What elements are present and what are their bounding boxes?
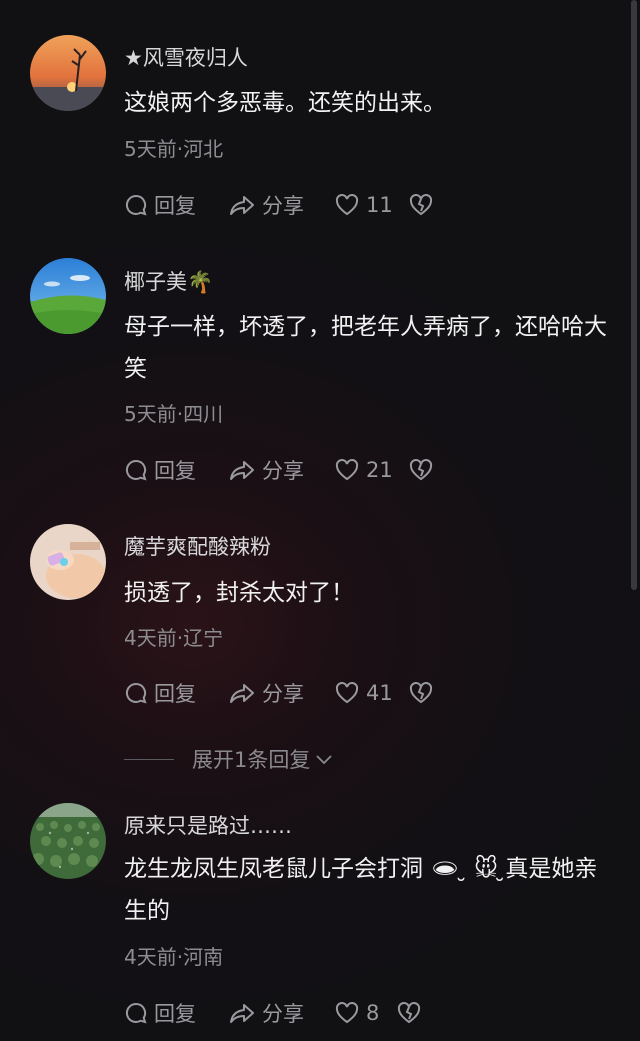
comment-actions: 回复 分享 41 xyxy=(124,678,440,708)
expand-replies-label: 展开1条回复 xyxy=(192,748,311,772)
expand-replies-button[interactable]: 展开1条回复 xyxy=(124,744,334,774)
reply-icon xyxy=(125,1002,147,1024)
dislike-button[interactable] xyxy=(408,681,440,705)
dislike-button[interactable] xyxy=(396,1001,428,1025)
reply-label: 回复 xyxy=(154,459,196,483)
heart-icon xyxy=(335,193,359,216)
reply-icon xyxy=(125,194,147,216)
like-count: 11 xyxy=(366,193,393,217)
like-button[interactable]: 21 xyxy=(334,458,408,482)
comment-text: 母子一样，坏透了，把老年人弄病了，还哈哈大笑 xyxy=(124,314,607,382)
comment-text: 这娘两个多恶毒。还笑的出来。 xyxy=(124,90,446,116)
reply-button[interactable]: 回复 xyxy=(124,998,228,1028)
heart-icon xyxy=(335,458,359,481)
comment-actions: 回复 分享 11 xyxy=(124,190,440,220)
like-button[interactable]: 11 xyxy=(334,193,408,217)
comment-actions: 回复 分享 21 xyxy=(124,455,440,485)
comment-text: 损透了，封杀太对了！ xyxy=(124,580,354,606)
broken-heart-icon xyxy=(409,681,433,704)
like-count: 21 xyxy=(366,458,393,482)
share-icon xyxy=(230,684,254,703)
avatar[interactable] xyxy=(30,803,106,879)
share-button[interactable]: 分享 xyxy=(228,190,334,220)
comment-text: 龙生龙凤生凤老鼠儿子会打洞 🕳 ̮ 🐭 ̮真是她亲生的 xyxy=(124,856,598,924)
comment-meta: 5天前·四川 xyxy=(124,402,224,426)
share-button[interactable]: 分享 xyxy=(228,455,334,485)
like-count: 8 xyxy=(366,1001,380,1025)
share-icon xyxy=(230,461,254,480)
broken-heart-icon xyxy=(409,458,433,481)
heart-icon xyxy=(335,681,359,704)
share-label: 分享 xyxy=(262,682,304,706)
username[interactable]: 魔芋爽配酸辣粉 xyxy=(124,531,271,561)
scrollbar[interactable] xyxy=(631,0,637,590)
reply-button[interactable]: 回复 xyxy=(124,455,228,485)
share-label: 分享 xyxy=(262,459,304,483)
like-button[interactable]: 8 xyxy=(334,1001,396,1025)
share-label: 分享 xyxy=(262,194,304,218)
reply-icon xyxy=(125,682,147,704)
username[interactable]: ★风雪夜归人 xyxy=(124,42,248,72)
avatar[interactable] xyxy=(30,258,106,334)
comment-actions: 回复 分享 8 xyxy=(124,998,428,1028)
dislike-button[interactable] xyxy=(408,193,440,217)
divider-line xyxy=(124,758,174,760)
share-button[interactable]: 分享 xyxy=(228,998,334,1028)
broken-heart-icon xyxy=(409,193,433,216)
broken-heart-icon xyxy=(397,1001,421,1024)
share-button[interactable]: 分享 xyxy=(228,678,334,708)
heart-icon xyxy=(335,1001,359,1024)
reply-button[interactable]: 回复 xyxy=(124,678,228,708)
username[interactable]: 椰子美🌴 xyxy=(124,266,213,296)
comment-meta: 4天前·辽宁 xyxy=(124,626,224,650)
reply-label: 回复 xyxy=(154,682,196,706)
reply-button[interactable]: 回复 xyxy=(124,190,228,220)
avatar[interactable] xyxy=(30,524,106,600)
share-icon xyxy=(230,1004,254,1023)
comment-meta: 5天前·河北 xyxy=(124,137,224,161)
dislike-button[interactable] xyxy=(408,458,440,482)
comment-meta: 4天前·河南 xyxy=(124,945,224,969)
reply-label: 回复 xyxy=(154,194,196,218)
like-count: 41 xyxy=(366,681,393,705)
reply-label: 回复 xyxy=(154,1002,196,1026)
avatar[interactable] xyxy=(30,35,106,111)
username[interactable]: 原来只是路过…… xyxy=(124,810,292,840)
like-button[interactable]: 41 xyxy=(334,681,408,705)
share-label: 分享 xyxy=(262,1002,304,1026)
chevron-down-icon xyxy=(316,755,333,765)
reply-icon xyxy=(125,459,147,481)
share-icon xyxy=(230,196,254,215)
